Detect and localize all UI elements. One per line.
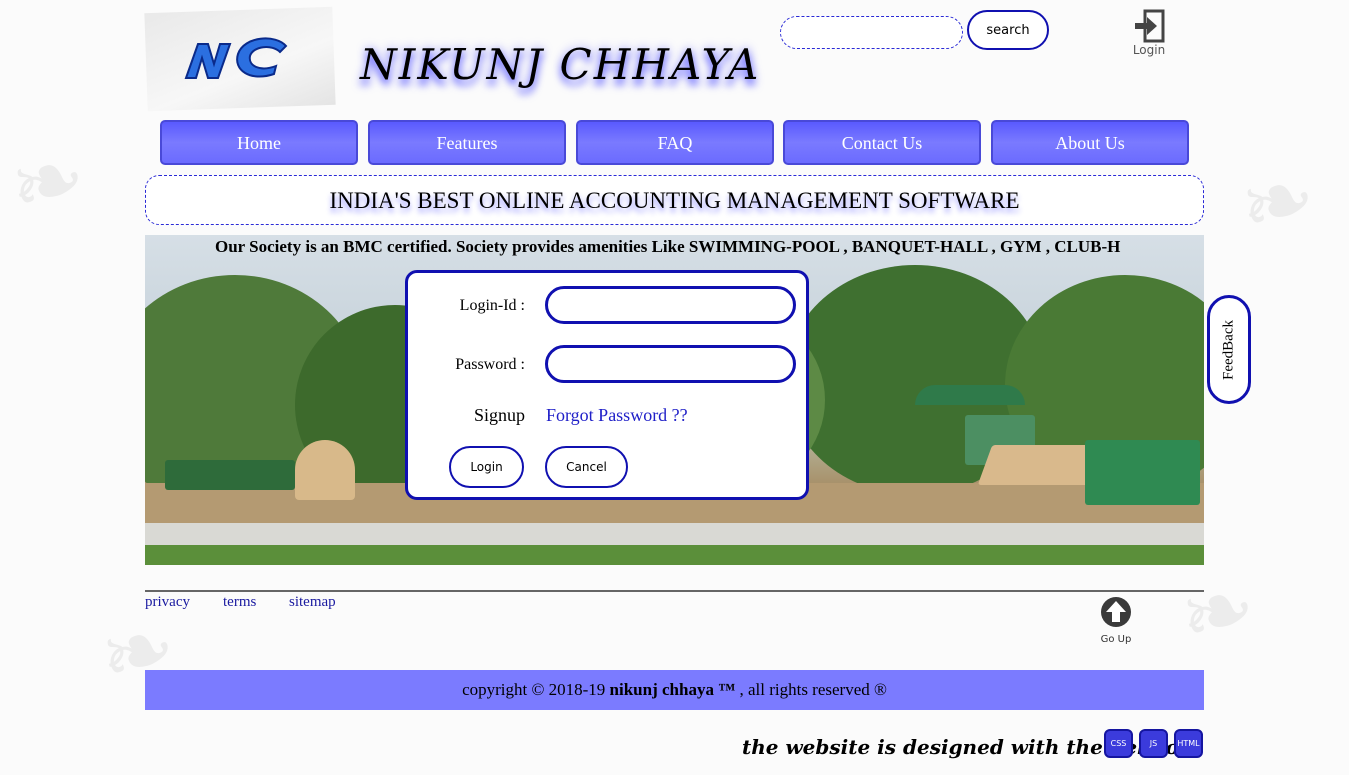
announcement-marquee: Our Society is an BMC certified. Society…	[215, 237, 1121, 256]
password-label: Password :	[455, 356, 525, 373]
background-bird-decoration: ❧	[1228, 145, 1328, 262]
arrow-up-circle-icon	[1101, 597, 1131, 627]
nav-contact-us[interactable]: Contact Us	[783, 120, 981, 165]
login-label: Login	[1132, 43, 1166, 57]
background-bird-decoration: ❧	[0, 125, 98, 242]
cancel-button[interactable]: Cancel	[545, 446, 628, 488]
html-badge: HTML	[1174, 729, 1203, 758]
js-badge: JS	[1139, 729, 1168, 758]
feedback-tab[interactable]: FeedBack	[1207, 295, 1251, 404]
login-panel: Login-Id : Password : Signup Forgot Pass…	[405, 270, 809, 500]
footer-divider	[145, 590, 1204, 592]
nav-about-us[interactable]: About Us	[991, 120, 1189, 165]
nc-logo[interactable]	[178, 30, 298, 90]
login-link[interactable]: Login	[1127, 8, 1171, 64]
copyright-bar: copyright © 2018-19 nikunj chhaya ™ , al…	[145, 670, 1204, 710]
copyright-suffix: , all rights reserved ®	[735, 680, 887, 699]
feedback-label: FeedBack	[1220, 319, 1237, 380]
login-button[interactable]: Login	[449, 446, 524, 488]
signup-link[interactable]: Signup	[474, 405, 525, 426]
forgot-password-link[interactable]: Forgot Password ??	[546, 405, 688, 426]
copyright-prefix: copyright © 2018-19	[462, 680, 610, 699]
tagline-banner: INDIA'S BEST ONLINE ACCOUNTING MANAGEMEN…	[145, 175, 1204, 225]
copyright-brand: nikunj chhaya ™	[609, 680, 736, 699]
site-title: NIKUNJ CHHAYA	[360, 40, 761, 89]
nav-features[interactable]: Features	[368, 120, 566, 165]
footer-link-sitemap[interactable]: sitemap	[289, 594, 336, 611]
go-up-button[interactable]: Go Up	[1096, 596, 1136, 645]
go-up-label: Go Up	[1100, 634, 1132, 645]
nav-home[interactable]: Home	[160, 120, 358, 165]
login-id-input[interactable]	[545, 286, 796, 324]
nav-faq[interactable]: FAQ	[576, 120, 774, 165]
search-input[interactable]	[780, 16, 963, 49]
login-icon	[1135, 9, 1165, 43]
main-nav: Home Features FAQ Contact Us About Us	[160, 120, 1190, 165]
background-bird-decoration: ❧	[1168, 555, 1268, 672]
footer-link-terms[interactable]: terms	[223, 594, 256, 611]
password-input[interactable]	[545, 345, 796, 383]
css-badge: CSS	[1104, 729, 1133, 758]
login-id-label: Login-Id :	[459, 297, 525, 314]
search-button[interactable]: search	[967, 10, 1049, 50]
footer-link-privacy[interactable]: privacy	[145, 594, 190, 611]
